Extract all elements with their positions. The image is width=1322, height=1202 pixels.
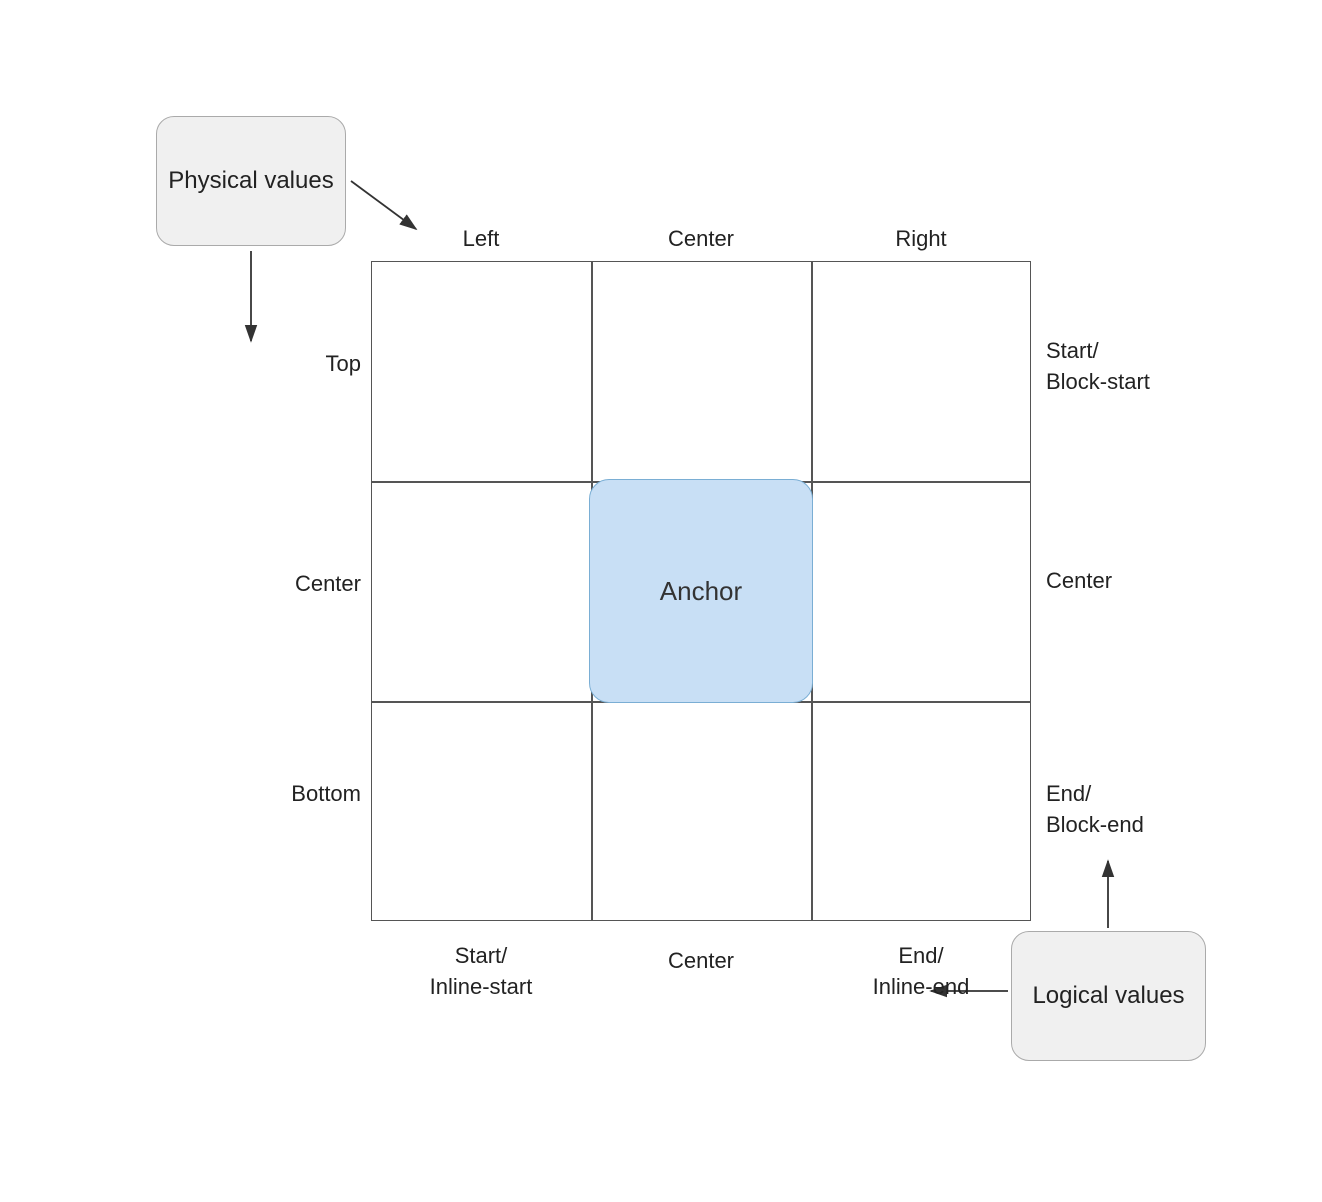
row-label-bottom: Bottom [196, 781, 361, 807]
col-header-left: Left [371, 226, 591, 252]
col-header-right: Right [811, 226, 1031, 252]
logical-values-box: Logical values [1011, 931, 1206, 1061]
bottom-label-left: Start/Inline-start [371, 941, 591, 1003]
anchor-cell: Anchor [589, 479, 813, 703]
bottom-label-right: End/Inline-end [811, 941, 1031, 1003]
row-label-right-top: Start/Block-start [1046, 336, 1211, 398]
logical-values-label: Logical values [1032, 979, 1184, 1013]
row-label-right-bottom: End/Block-end [1046, 779, 1211, 841]
anchor-label: Anchor [660, 576, 742, 607]
physical-values-box: Physical values [156, 116, 346, 246]
row-label-center: Center [206, 571, 361, 597]
diagram-container: Physical values Logical values Left Cent… [111, 61, 1211, 1141]
physical-values-label: Physical values [168, 164, 333, 198]
col-header-center: Center [591, 226, 811, 252]
row-label-top: Top [206, 351, 361, 377]
grid-area: Anchor [371, 261, 1031, 921]
bottom-label-center: Center [591, 948, 811, 974]
row-label-right-center: Center [1046, 568, 1211, 594]
